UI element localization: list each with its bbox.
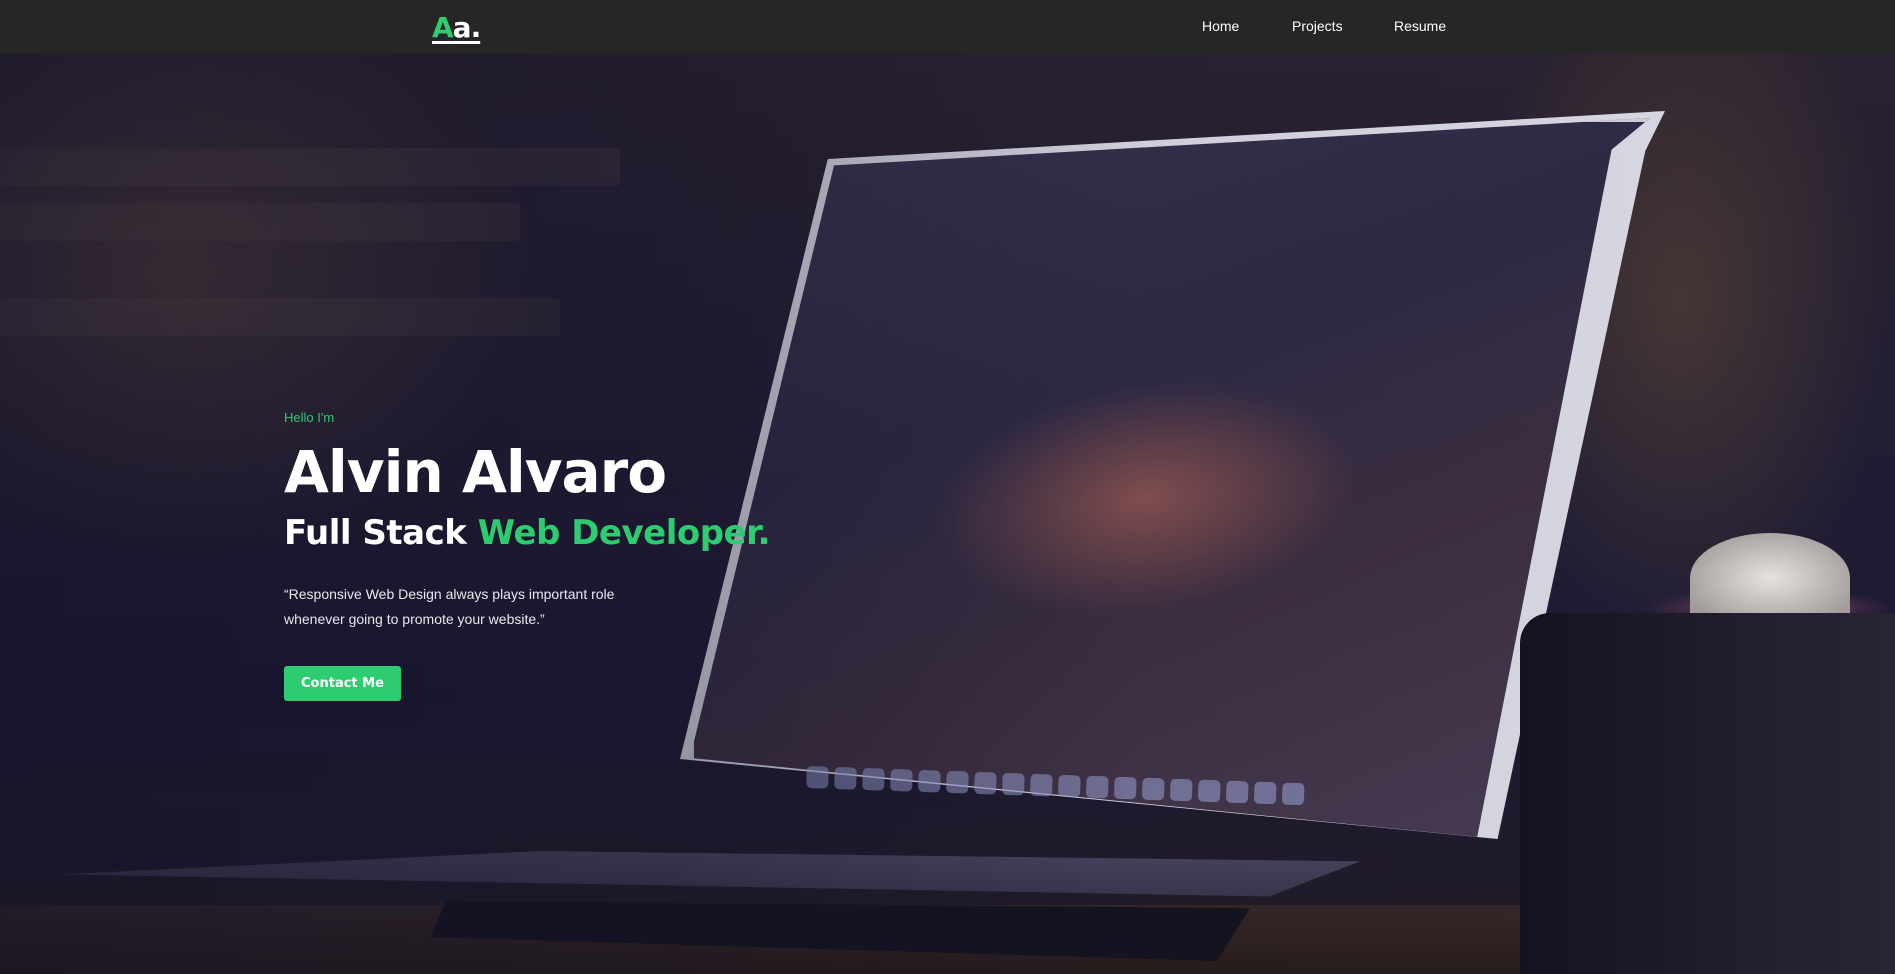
hero-name: Alvin Alvaro: [284, 438, 667, 506]
hero-role-prefix: Full Stack: [284, 513, 478, 553]
contact-me-button[interactable]: Contact Me: [284, 666, 401, 702]
hero-role-accent: Web Developer.: [477, 513, 771, 553]
hero-greeting: Hello I'm: [284, 410, 335, 425]
site-logo[interactable]: Aa.: [432, 11, 482, 44]
hero-role: Full Stack Web Developer.: [284, 513, 904, 553]
logo-rest: a.: [452, 11, 482, 44]
nav-link-projects[interactable]: Projects: [1292, 18, 1343, 34]
hero-content: Hello I'm Alvin Alvaro Full Stack Web De…: [284, 410, 904, 702]
nav-link-home[interactable]: Home: [1202, 18, 1239, 34]
top-navbar: Aa. Home Projects Resume: [0, 0, 1895, 53]
logo-accent-letter: A: [432, 11, 454, 44]
nav-link-resume[interactable]: Resume: [1394, 18, 1446, 34]
hero-quote: “Responsive Web Design always plays impo…: [284, 586, 615, 628]
